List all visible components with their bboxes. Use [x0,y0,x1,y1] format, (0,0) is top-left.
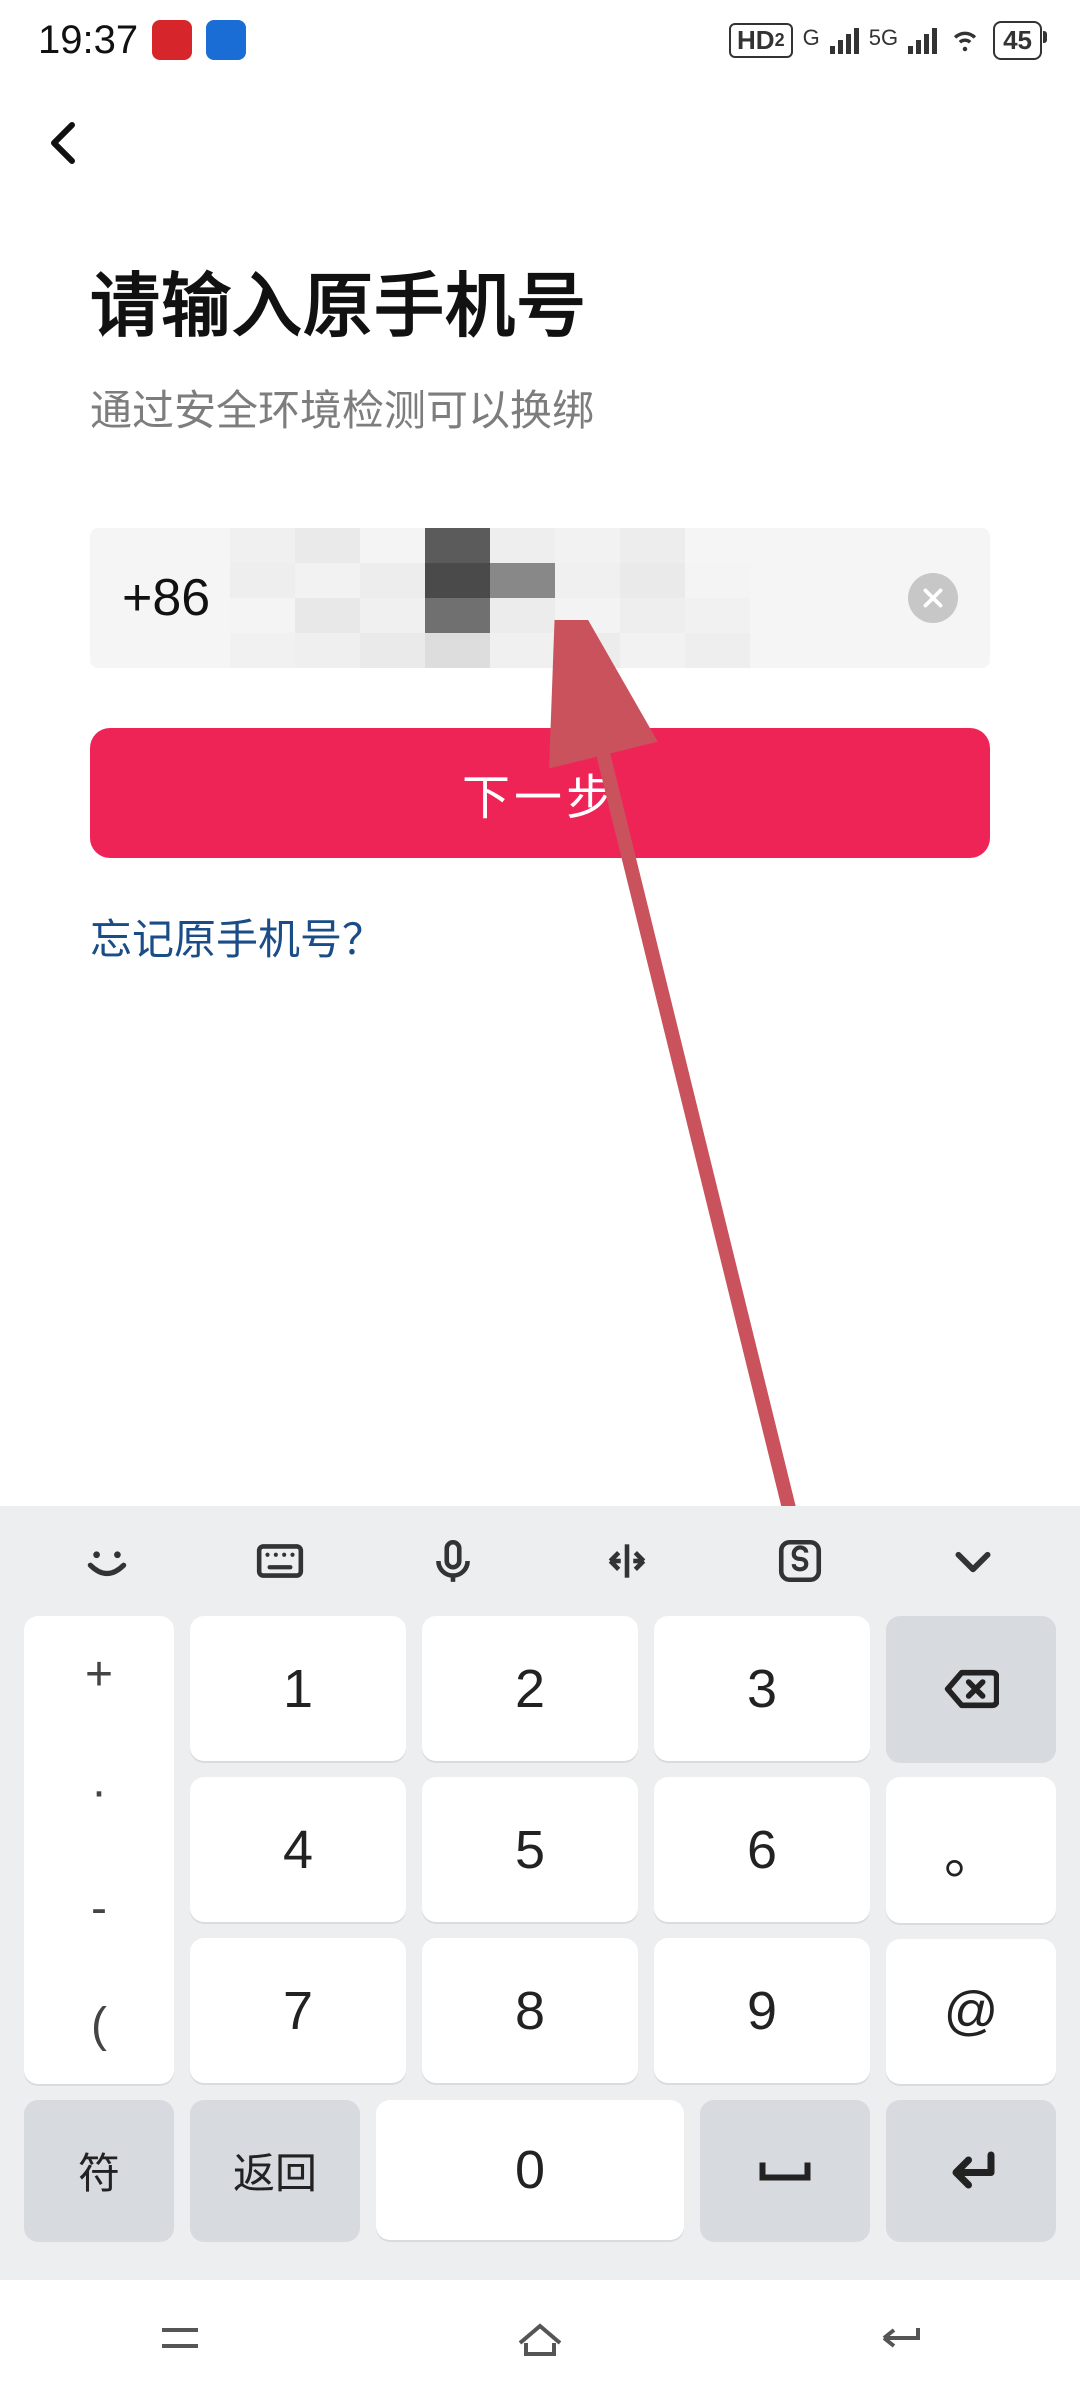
network-5g-label: 5G [869,25,898,51]
key-symbols[interactable]: 符 [24,2100,174,2240]
key-minus[interactable]: - [24,1850,174,1967]
forgot-phone-link[interactable]: 忘记原手机号？ [90,906,990,967]
cursor-icon [602,1536,652,1586]
sys-nav-home[interactable] [510,2318,570,2363]
battery-icon: 45 [993,21,1042,60]
nav-bar [0,80,1080,210]
next-button[interactable]: 下一步 [90,728,990,858]
status-bar-left: 19:37 [38,18,246,63]
keyboard-toolbar [0,1506,1080,1616]
collapse-keyboard-button[interactable] [941,1529,1005,1593]
hd-icon: HD2 [729,23,793,58]
clear-input-button[interactable] [908,573,958,623]
chevron-down-icon [948,1536,998,1586]
keyboard-switch-button[interactable] [248,1529,312,1593]
signal-bars-1 [830,26,859,54]
keyboard-icon [255,1536,305,1586]
status-app-icon-1 [152,20,192,60]
enter-icon [941,2140,1001,2200]
key-space[interactable] [700,2100,870,2240]
key-0[interactable]: 0 [376,2100,684,2240]
phone-number-field[interactable] [230,528,908,668]
menu-icon [150,2318,210,2358]
signal-bars-2 [908,26,937,54]
status-app-icon-2 [206,20,246,60]
sys-nav-back[interactable] [870,2318,930,2363]
key-plus[interactable]: + [24,1616,174,1733]
country-code[interactable]: +86 [122,568,210,628]
wifi-icon [947,19,983,62]
chevron-left-icon [40,119,88,167]
home-icon [510,2318,570,2358]
emoji-button[interactable] [75,1529,139,1593]
status-time: 19:37 [38,18,138,63]
key-8[interactable]: 8 [422,1938,638,2083]
backspace-icon [943,1661,999,1717]
page-subtitle: 通过安全环境检测可以换绑 [90,377,990,438]
space-icon [755,2155,815,2185]
key-lparen[interactable]: ( [24,1967,174,2084]
voice-input-button[interactable] [421,1529,485,1593]
symbol-side-column[interactable]: + · - ( [24,1616,174,2084]
key-5[interactable]: 5 [422,1777,638,1922]
key-6[interactable]: 6 [654,1777,870,1922]
back-icon [870,2318,930,2358]
key-1[interactable]: 1 [190,1616,406,1761]
soft-keyboard: + · - ( 1 2 3 4 5 6 7 8 9 [0,1506,1080,2400]
network-g-label: G [803,25,820,51]
key-middot[interactable]: · [24,1733,174,1850]
key-return[interactable]: 返回 [190,2100,360,2240]
close-icon [920,585,946,611]
cursor-move-button[interactable] [595,1529,659,1593]
status-bar-right: HD2 G 5G 45 [729,19,1042,62]
sogou-button[interactable] [768,1529,832,1593]
sogou-icon [775,1536,825,1586]
microphone-icon [428,1536,478,1586]
key-backspace[interactable] [886,1616,1056,1761]
key-7[interactable]: 7 [190,1938,406,2083]
system-nav-bar [0,2280,1080,2400]
key-9[interactable]: 9 [654,1938,870,2083]
keyboard-grid: + · - ( 1 2 3 4 5 6 7 8 9 [0,1616,1080,2280]
key-period[interactable]: 。 [886,1777,1056,1922]
key-at[interactable]: @ [886,1939,1056,2084]
emoji-icon [82,1536,132,1586]
content: 请输入原手机号 通过安全环境检测可以换绑 +86 下一步 忘记原手机号？ [0,210,1080,967]
back-button[interactable] [40,119,88,172]
key-4[interactable]: 4 [190,1777,406,1922]
key-2[interactable]: 2 [422,1616,638,1761]
page-title: 请输入原手机号 [90,250,990,351]
key-3[interactable]: 3 [654,1616,870,1761]
key-enter[interactable] [886,2100,1056,2240]
sys-nav-recents[interactable] [150,2318,210,2363]
phone-input[interactable]: +86 [90,528,990,668]
status-bar: 19:37 HD2 G 5G 45 [0,0,1080,80]
redacted-phone-pixelation [230,528,750,668]
